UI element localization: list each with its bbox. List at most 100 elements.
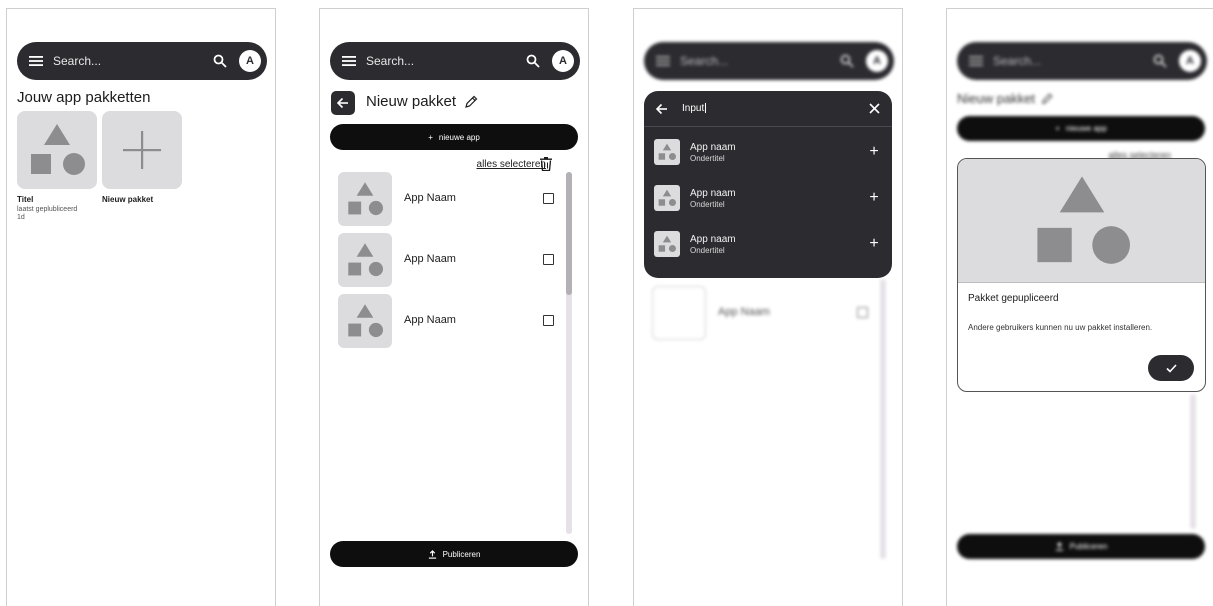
arrow-left-icon[interactable] bbox=[656, 103, 668, 115]
close-icon[interactable] bbox=[869, 103, 880, 114]
published-dialog: Pakket gepupliceerd Andere gebruikers ku… bbox=[957, 158, 1206, 392]
app-thumbnail bbox=[338, 233, 392, 287]
add-app-plus-icon[interactable]: + bbox=[866, 235, 882, 253]
result-text: App naam Ondertitel bbox=[690, 188, 866, 209]
search-input[interactable]: Input bbox=[682, 103, 869, 114]
menu-icon bbox=[969, 56, 983, 66]
search-input: Search... bbox=[680, 54, 729, 68]
publish-button[interactable]: Publiceren bbox=[330, 541, 578, 567]
shapes-placeholder-icon bbox=[348, 304, 383, 338]
shapes-placeholder-icon bbox=[658, 143, 676, 161]
overlay-search-row[interactable]: Input bbox=[644, 91, 892, 127]
menu-icon[interactable] bbox=[29, 56, 43, 66]
page-title: Jouw app pakketten bbox=[17, 89, 151, 106]
result-title: App naam bbox=[690, 187, 736, 199]
add-app-plus-icon[interactable]: + bbox=[866, 189, 882, 207]
app-name: App Naam bbox=[404, 314, 456, 326]
app-checkbox[interactable] bbox=[543, 315, 554, 326]
page-title: Nieuw pakket bbox=[957, 91, 1036, 106]
app-thumbnail bbox=[654, 139, 680, 165]
avatar: A bbox=[1179, 50, 1201, 72]
dialog-body: Andere gebruikers kunnen nu uw pakket in… bbox=[968, 323, 1153, 332]
scrollbar-thumb[interactable] bbox=[566, 172, 572, 296]
search-bar: Search... A bbox=[957, 42, 1207, 80]
plus-icon: + bbox=[1055, 124, 1060, 133]
upload-icon bbox=[428, 549, 436, 559]
pencil-icon[interactable] bbox=[464, 95, 478, 109]
shapes-placeholder-icon bbox=[1036, 175, 1130, 264]
list-item[interactable]: App Naam bbox=[338, 172, 554, 226]
arrow-left-icon bbox=[337, 97, 348, 109]
search-input-value: Input bbox=[682, 103, 705, 114]
new-app-button: + nieuwe app bbox=[957, 116, 1205, 141]
publish-label: Publiceren bbox=[1069, 542, 1108, 551]
list-item[interactable]: App Naam bbox=[338, 233, 554, 287]
list-item[interactable]: App Naam bbox=[338, 294, 554, 348]
app-name: App Naam bbox=[404, 192, 456, 204]
new-package-label: Nieuw pakket bbox=[102, 195, 154, 204]
shapes-placeholder-icon bbox=[31, 124, 85, 175]
dialog-image bbox=[958, 159, 1205, 283]
new-app-button[interactable]: + nieuwe app bbox=[330, 124, 578, 150]
page-title-row: Nieuw pakket bbox=[366, 93, 478, 110]
screen-new-package: Search... A Nieuw pakket + nieuwe app al… bbox=[319, 8, 589, 606]
trash-icon[interactable] bbox=[540, 157, 552, 171]
menu-icon[interactable] bbox=[342, 56, 356, 66]
search-input[interactable]: Search... bbox=[53, 54, 213, 68]
result-subtitle: Ondertitel bbox=[690, 245, 725, 255]
result-text: App naam Ondertitel bbox=[690, 142, 866, 163]
search-bar[interactable]: Search... A bbox=[17, 42, 267, 80]
avatar[interactable]: A bbox=[239, 50, 261, 72]
dialog-title: Pakket gepupliceerd bbox=[968, 293, 1059, 304]
search-input: Search... bbox=[993, 54, 1042, 68]
search-icon bbox=[840, 54, 854, 68]
page-title: Nieuw pakket bbox=[366, 93, 457, 110]
search-result-item[interactable]: App naam Ondertitel + bbox=[644, 129, 892, 175]
app-thumbnail bbox=[654, 231, 680, 257]
search-overlay: Input App naam Ondertitel + App naam Ond… bbox=[644, 91, 892, 278]
app-thumbnail bbox=[338, 172, 392, 226]
scrollbar[interactable] bbox=[566, 172, 572, 534]
search-icon bbox=[1153, 54, 1167, 68]
shapes-placeholder-icon bbox=[348, 243, 383, 277]
new-package-card[interactable] bbox=[102, 111, 182, 189]
check-icon bbox=[1165, 363, 1177, 373]
search-icon[interactable] bbox=[213, 54, 227, 68]
search-bar: Search... A bbox=[644, 42, 894, 80]
scrollbar bbox=[880, 279, 886, 559]
app-checkbox[interactable] bbox=[543, 254, 554, 265]
shapes-placeholder-icon bbox=[658, 235, 676, 253]
screen-package-published: Search... A Nieuw pakket + nieuwe app all… bbox=[946, 8, 1213, 606]
select-all-link[interactable]: alles selecteren bbox=[477, 159, 546, 170]
search-icon[interactable] bbox=[526, 54, 540, 68]
shapes-placeholder-icon bbox=[658, 189, 676, 207]
pencil-icon bbox=[1042, 93, 1053, 104]
plus-icon bbox=[123, 131, 161, 169]
app-thumbnail bbox=[338, 294, 392, 348]
back-button[interactable] bbox=[331, 91, 355, 115]
confirm-button[interactable] bbox=[1148, 355, 1194, 381]
publish-button: Publiceren bbox=[957, 534, 1205, 559]
shapes-placeholder-icon bbox=[348, 182, 383, 216]
search-bar[interactable]: Search... A bbox=[330, 42, 580, 80]
package-age: 1d bbox=[17, 214, 25, 221]
package-last-published: laatst geplubliceerd bbox=[17, 206, 78, 213]
search-result-item[interactable]: App naam Ondertitel + bbox=[644, 221, 892, 267]
app-checkbox bbox=[857, 307, 868, 318]
avatar: A bbox=[866, 50, 888, 72]
app-thumbnail bbox=[654, 185, 680, 211]
result-title: App naam bbox=[690, 233, 736, 245]
text-caret bbox=[705, 103, 707, 114]
add-app-plus-icon[interactable]: + bbox=[866, 143, 882, 161]
package-title: Titel bbox=[17, 195, 34, 204]
app-checkbox[interactable] bbox=[543, 193, 554, 204]
new-app-label: nieuwe app bbox=[438, 132, 480, 142]
result-title: App naam bbox=[690, 141, 736, 153]
search-input[interactable]: Search... bbox=[366, 54, 526, 68]
avatar[interactable]: A bbox=[552, 50, 574, 72]
app-thumbnail bbox=[652, 286, 706, 340]
search-result-item[interactable]: App naam Ondertitel + bbox=[644, 175, 892, 221]
package-card[interactable] bbox=[17, 111, 97, 189]
result-subtitle: Ondertitel bbox=[690, 199, 725, 209]
scrollbar bbox=[1190, 394, 1196, 529]
